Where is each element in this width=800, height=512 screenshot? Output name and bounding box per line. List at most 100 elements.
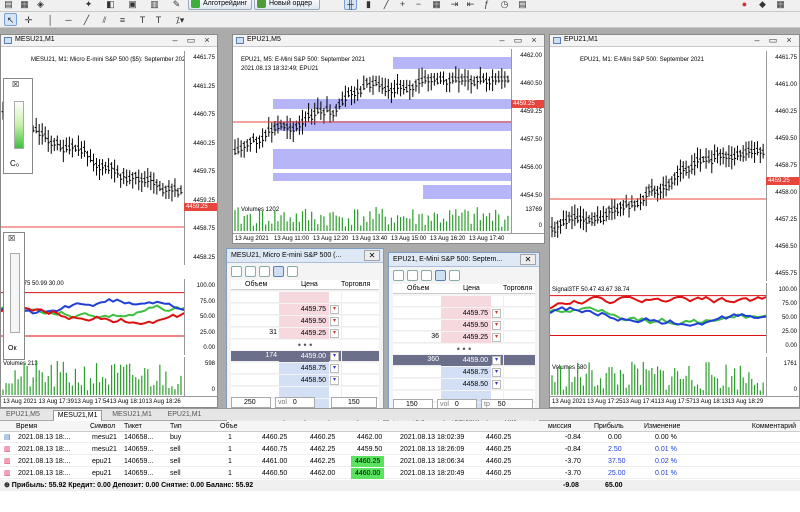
settings-icon[interactable]: [259, 266, 270, 277]
trade-cell[interactable]: [503, 367, 539, 378]
panel-close-icon[interactable]: ☒: [12, 80, 19, 89]
column-header[interactable]: Тикет: [124, 421, 142, 432]
sell-arrow-icon[interactable]: ▾: [492, 309, 501, 318]
text-icon[interactable]: T: [136, 13, 149, 26]
price-cell[interactable]: 4459.75: [441, 308, 491, 319]
chart-window-epu21-m1[interactable]: EPU21,M1 – ▭ × EPU21, M1: E-Mini S&P 500…: [549, 34, 800, 408]
close-icon[interactable]: ×: [783, 35, 795, 46]
indicators-icon[interactable]: ƒ: [480, 0, 493, 10]
tile-windows-icon[interactable]: ▦: [430, 0, 443, 10]
price-cell[interactable]: 4458.50: [279, 375, 329, 386]
panel-scroll[interactable]: [10, 253, 20, 333]
trade-cell[interactable]: [503, 355, 539, 366]
column-header[interactable]: Время: [16, 421, 37, 432]
dom-titlebar[interactable]: MESU21, Micro E-mini S&P 500 (... ✕: [227, 249, 383, 263]
trade-cell[interactable]: [503, 296, 539, 307]
market-watch-icon[interactable]: ◈: [34, 0, 47, 10]
layout-icon[interactable]: [273, 266, 284, 277]
market-icon[interactable]: ◆: [756, 0, 769, 10]
cursor-icon[interactable]: ↖: [4, 13, 17, 26]
close-icon[interactable]: ×: [201, 35, 213, 46]
buy-arrow-icon[interactable]: ▾: [330, 364, 339, 373]
trade-cell[interactable]: [341, 304, 377, 315]
column-header[interactable]: Прибыль: [594, 421, 624, 432]
sell-arrow-icon[interactable]: ▾: [492, 321, 501, 330]
sell-arrow-icon[interactable]: ▾: [330, 329, 339, 338]
price-cell[interactable]: 4459.00: [441, 355, 491, 366]
window-titlebar[interactable]: EPU21,M1 – ▭ ×: [550, 35, 799, 47]
depth-of-market-mesu21[interactable]: MESU21, Micro E-mini S&P 500 (... ✕ Объем…: [226, 248, 384, 434]
column-header[interactable]: миссия: [548, 421, 571, 432]
buy-arrow-icon[interactable]: ▾: [330, 376, 339, 385]
buy-arrow-icon[interactable]: ▾: [492, 368, 501, 377]
window-titlebar[interactable]: EPU21,M5 – ▭ ×: [233, 35, 544, 47]
table-row[interactable]: ▤ 2021.08.13 18:... mesu21 140658... buy 1 446…: [0, 432, 800, 443]
buy-arrow-icon[interactable]: ▾: [330, 352, 339, 361]
trade-cell[interactable]: [341, 316, 377, 327]
chart-tab[interactable]: EPU21,M1: [164, 410, 206, 421]
maximize-icon[interactable]: ▭: [185, 35, 197, 46]
trade-cell[interactable]: [341, 292, 377, 303]
new-order-button[interactable]: Новый ордер: [254, 0, 320, 10]
column-header[interactable]: Комментарий: [752, 421, 796, 432]
chart-window-epu21-m5[interactable]: EPU21,M5 – ▭ × EPU21, M5: E-Mini S&P 500…: [232, 34, 545, 244]
price-cell[interactable]: 4459.75: [279, 304, 329, 315]
trade-cell[interactable]: [341, 351, 377, 362]
price-cell[interactable]: 4459.50: [441, 320, 491, 331]
vol-field[interactable]: vol 0: [275, 397, 315, 408]
channel-icon[interactable]: ⫽: [98, 13, 111, 26]
price-cell[interactable]: 4459.25: [441, 332, 491, 343]
refresh-icon[interactable]: [407, 270, 418, 281]
bar-chart-icon[interactable]: ╫: [344, 0, 357, 10]
refresh-icon[interactable]: [245, 266, 256, 277]
vertical-line-icon[interactable]: │: [44, 13, 57, 26]
layout-icon[interactable]: [435, 270, 446, 281]
editor-icon[interactable]: ✎: [170, 0, 183, 10]
maximize-icon[interactable]: ▭: [767, 35, 779, 46]
trade-cell[interactable]: [503, 332, 539, 343]
column-header[interactable]: Тип: [170, 421, 182, 432]
trade-cell[interactable]: [503, 308, 539, 319]
trade-cell[interactable]: [503, 320, 539, 331]
close-icon[interactable]: ✕: [364, 250, 380, 261]
column-header[interactable]: Объе: [220, 421, 238, 432]
price-cell[interactable]: 4458.75: [279, 363, 329, 374]
price-cell[interactable]: 4459.00: [279, 351, 329, 362]
price-chart[interactable]: [550, 51, 768, 281]
trade-cell[interactable]: [341, 363, 377, 374]
label-icon[interactable]: T: [152, 13, 165, 26]
templates-icon[interactable]: ▤: [516, 0, 529, 10]
crosshair-icon[interactable]: ✛: [22, 13, 35, 26]
trendline-icon[interactable]: ╱: [80, 13, 93, 26]
window-titlebar[interactable]: MESU21,M1 – ▭ ×: [1, 35, 217, 47]
qty-left-field[interactable]: 250: [231, 397, 271, 408]
horizontal-line-icon[interactable]: ─: [62, 13, 75, 26]
table-row[interactable]: ▥ 2021.08.13 18:... epu21 140659... sell 1 446…: [0, 456, 800, 467]
price-cell[interactable]: [279, 292, 329, 303]
table-row[interactable]: ▥ 2021.08.13 18:... mesu21 140659... sell 1 44…: [0, 444, 800, 455]
shapes-icon[interactable]: ⁒▾: [170, 13, 190, 26]
zoom-in-icon[interactable]: +: [396, 0, 409, 10]
data-window-icon[interactable]: ◧: [104, 0, 117, 10]
price-cell[interactable]: 4458.50: [441, 379, 491, 390]
navigator-icon[interactable]: ✦: [82, 0, 95, 10]
buy-arrow-icon[interactable]: ▾: [492, 380, 501, 389]
algo-trading-button[interactable]: Алготрейдинг: [188, 0, 252, 10]
trade-cell[interactable]: [341, 375, 377, 386]
panel-close-icon-2[interactable]: ☒: [8, 234, 15, 243]
one-click-panel-2[interactable]: ☒ Ок: [3, 232, 25, 360]
terminal-icon[interactable]: ▣: [126, 0, 139, 10]
chart-tab[interactable]: MESU21,M1: [52, 410, 103, 421]
sort-icon[interactable]: [449, 270, 460, 281]
candle-chart-icon[interactable]: ▮: [362, 0, 375, 10]
chart-tab[interactable]: EPU21,M5: [2, 410, 44, 421]
tester-icon[interactable]: ▥: [148, 0, 161, 10]
signals-icon[interactable]: ●: [738, 0, 751, 10]
minimize-icon[interactable]: –: [751, 35, 763, 46]
dom-titlebar[interactable]: EPU21, E-Mini S&P 500: Septem... ✕: [389, 253, 539, 267]
panel-slider[interactable]: [14, 101, 24, 149]
chart-tab[interactable]: MESU21,M1: [108, 410, 156, 421]
column-header[interactable]: Символ: [90, 421, 115, 432]
autoscroll-icon[interactable]: ⇥: [448, 0, 461, 10]
chart-shift-icon[interactable]: ⇤: [464, 0, 477, 10]
